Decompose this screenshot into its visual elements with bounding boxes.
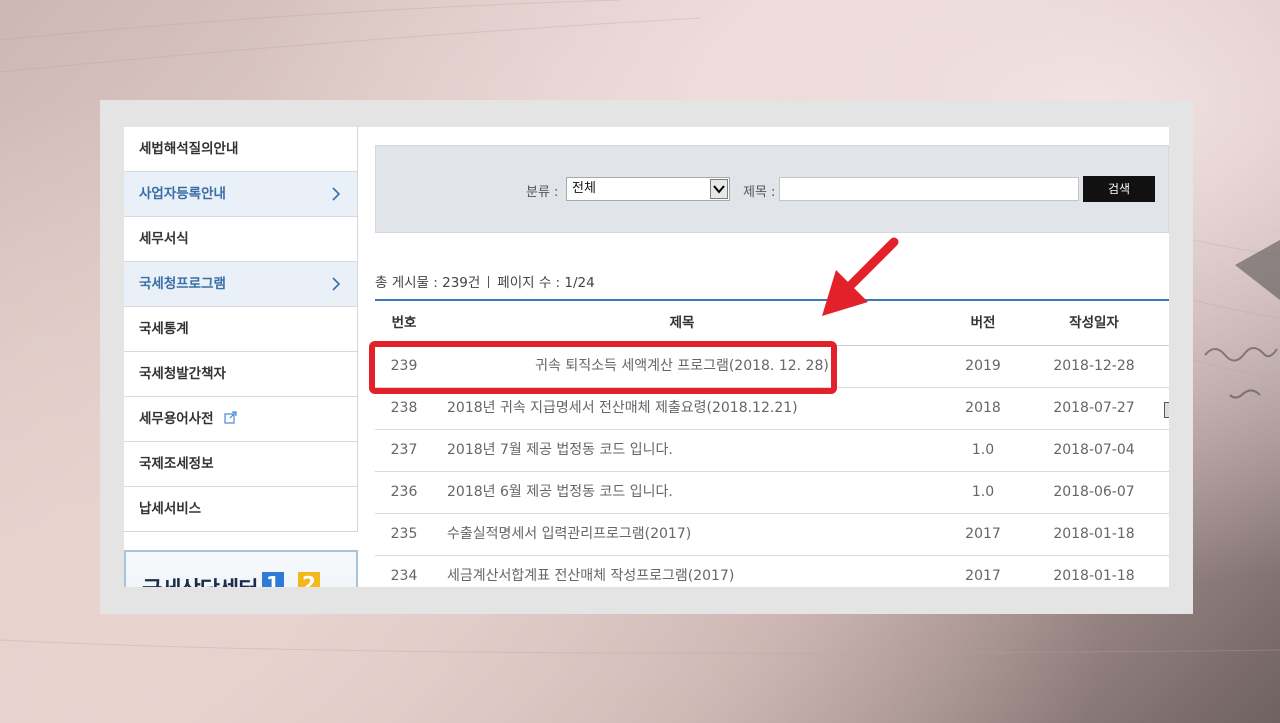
row-number: 238	[390, 400, 418, 416]
sidebar-item-international-tax[interactable]: 국제조세정보	[124, 441, 357, 486]
sidebar-item-tax-dictionary[interactable]: 세무용어사전	[124, 396, 357, 441]
row-version: 2017	[965, 568, 1001, 584]
row-date: 2018-06-07	[1053, 484, 1135, 500]
page-count: 페이지 수 : 1/24	[497, 275, 595, 291]
row-number: 234	[390, 568, 418, 584]
row-version: 2019	[965, 358, 1001, 374]
header-version: 버전	[970, 315, 996, 331]
table-row[interactable]: 237 2018년 7월 제공 법정동 코드 입니다. 1.0 2018-07-…	[375, 430, 1169, 472]
sidebar-item-label: 세법해석질의안내	[139, 141, 239, 157]
category-label: 분류 :	[526, 185, 559, 200]
sidebar-item-label: 납세서비스	[139, 501, 202, 517]
row-date: 2018-07-27	[1053, 400, 1135, 416]
sidebar-item-tax-forms[interactable]: 세무서식	[124, 216, 357, 261]
row-number: 237	[390, 442, 418, 458]
table-row[interactable]: 236 2018년 6월 제공 법정동 코드 입니다. 1.0 2018-06-…	[375, 472, 1169, 514]
highlight-box	[369, 341, 837, 394]
category-select-value: 전체	[572, 181, 596, 196]
red-arrow-icon	[822, 237, 899, 316]
row-version: 2017	[965, 526, 1001, 542]
title-search-input[interactable]	[779, 177, 1079, 201]
row-version: 2018	[965, 400, 1001, 416]
sidebar-item-publications[interactable]: 국세청발간책자	[124, 351, 357, 396]
row-date: 2018-12-28	[1053, 358, 1135, 374]
sidebar-menu: 세법해석질의안내 사업자등록안내 세무서식 국세청프로그램 국세통계 국세청발간…	[124, 127, 358, 532]
row-version: 1.0	[971, 484, 995, 500]
row-date: 2018-01-18	[1053, 526, 1135, 542]
row-date: 2018-07-04	[1053, 442, 1135, 458]
sidebar-item-business-registration[interactable]: 사업자등록안내	[124, 171, 357, 216]
header-number: 번호	[391, 315, 417, 331]
total-posts: 총 게시물 : 239건	[375, 275, 481, 291]
table-row[interactable]: 235 수출실적명세서 입력관리프로그램(2017) 2017 2018-01-…	[375, 514, 1169, 556]
sidebar-item-label: 국세통계	[139, 321, 189, 337]
scroll-widget	[1164, 402, 1169, 418]
sidebar-item-label: 세무서식	[139, 231, 189, 247]
search-button[interactable]: 검색	[1083, 176, 1155, 202]
sidebar-item-label: 국세청발간책자	[139, 366, 226, 382]
sidebar-item-nts-programs[interactable]: 국세청프로그램	[124, 261, 357, 306]
row-title-link[interactable]: 2018년 귀속 지급명세서 전산매체 제출요령(2018.12.21)	[447, 388, 927, 429]
banner-number: 1	[262, 572, 284, 587]
table-row[interactable]: 238 2018년 귀속 지급명세서 전산매체 제출요령(2018.12.21)…	[375, 388, 1169, 430]
banner-number: 2	[298, 572, 320, 587]
row-date: 2018-01-18	[1053, 568, 1135, 584]
header-date: 작성일자	[1069, 315, 1119, 331]
chevron-right-icon	[332, 187, 341, 201]
row-number: 236	[390, 484, 418, 500]
row-version: 1.0	[971, 442, 995, 458]
banner-text: 국세상담센터	[142, 572, 258, 587]
sidebar-item-tax-law-inquiry[interactable]: 세법해석질의안내	[124, 127, 357, 171]
sidebar-item-label: 국세청프로그램	[139, 276, 226, 292]
sidebar: 세법해석질의안내 사업자등록안내 세무서식 국세청프로그램 국세통계 국세청발간…	[124, 127, 358, 587]
external-link-icon	[224, 411, 237, 424]
title-label: 제목 :	[743, 185, 776, 200]
search-panel: 분류 : 전체 제목 : 검색	[375, 145, 1169, 233]
sidebar-item-tax-statistics[interactable]: 국세통계	[124, 306, 357, 351]
row-title-link[interactable]: 2018년 7월 제공 법정동 코드 입니다.	[447, 430, 927, 471]
row-title-link[interactable]: 세금계산서합계표 전산매체 작성프로그램(2017)	[447, 556, 927, 587]
consult-center-banner[interactable]: 국세상담센터 1 2	[124, 550, 358, 587]
table-row[interactable]: 234 세금계산서합계표 전산매체 작성프로그램(2017) 2017 2018…	[375, 556, 1169, 587]
sidebar-item-label: 국제조세정보	[139, 456, 214, 472]
chevron-right-icon	[332, 277, 341, 291]
sidebar-item-label: 세무용어사전	[139, 411, 214, 427]
row-title-link[interactable]: 2018년 6월 제공 법정동 코드 입니다.	[447, 472, 927, 513]
board-summary: 총 게시물 : 239건 페이지 수 : 1/24	[375, 271, 595, 291]
sidebar-item-label: 사업자등록안내	[139, 186, 226, 202]
chevron-down-icon	[710, 179, 728, 199]
row-title-link[interactable]: 수출실적명세서 입력관리프로그램(2017)	[447, 514, 927, 555]
separator	[488, 276, 490, 288]
row-number: 235	[390, 526, 418, 542]
category-select[interactable]: 전체	[566, 177, 730, 201]
sidebar-item-taxpayer-services[interactable]: 납세서비스	[124, 486, 357, 531]
table-header: 번호 제목 버전 작성일자	[375, 301, 1169, 346]
